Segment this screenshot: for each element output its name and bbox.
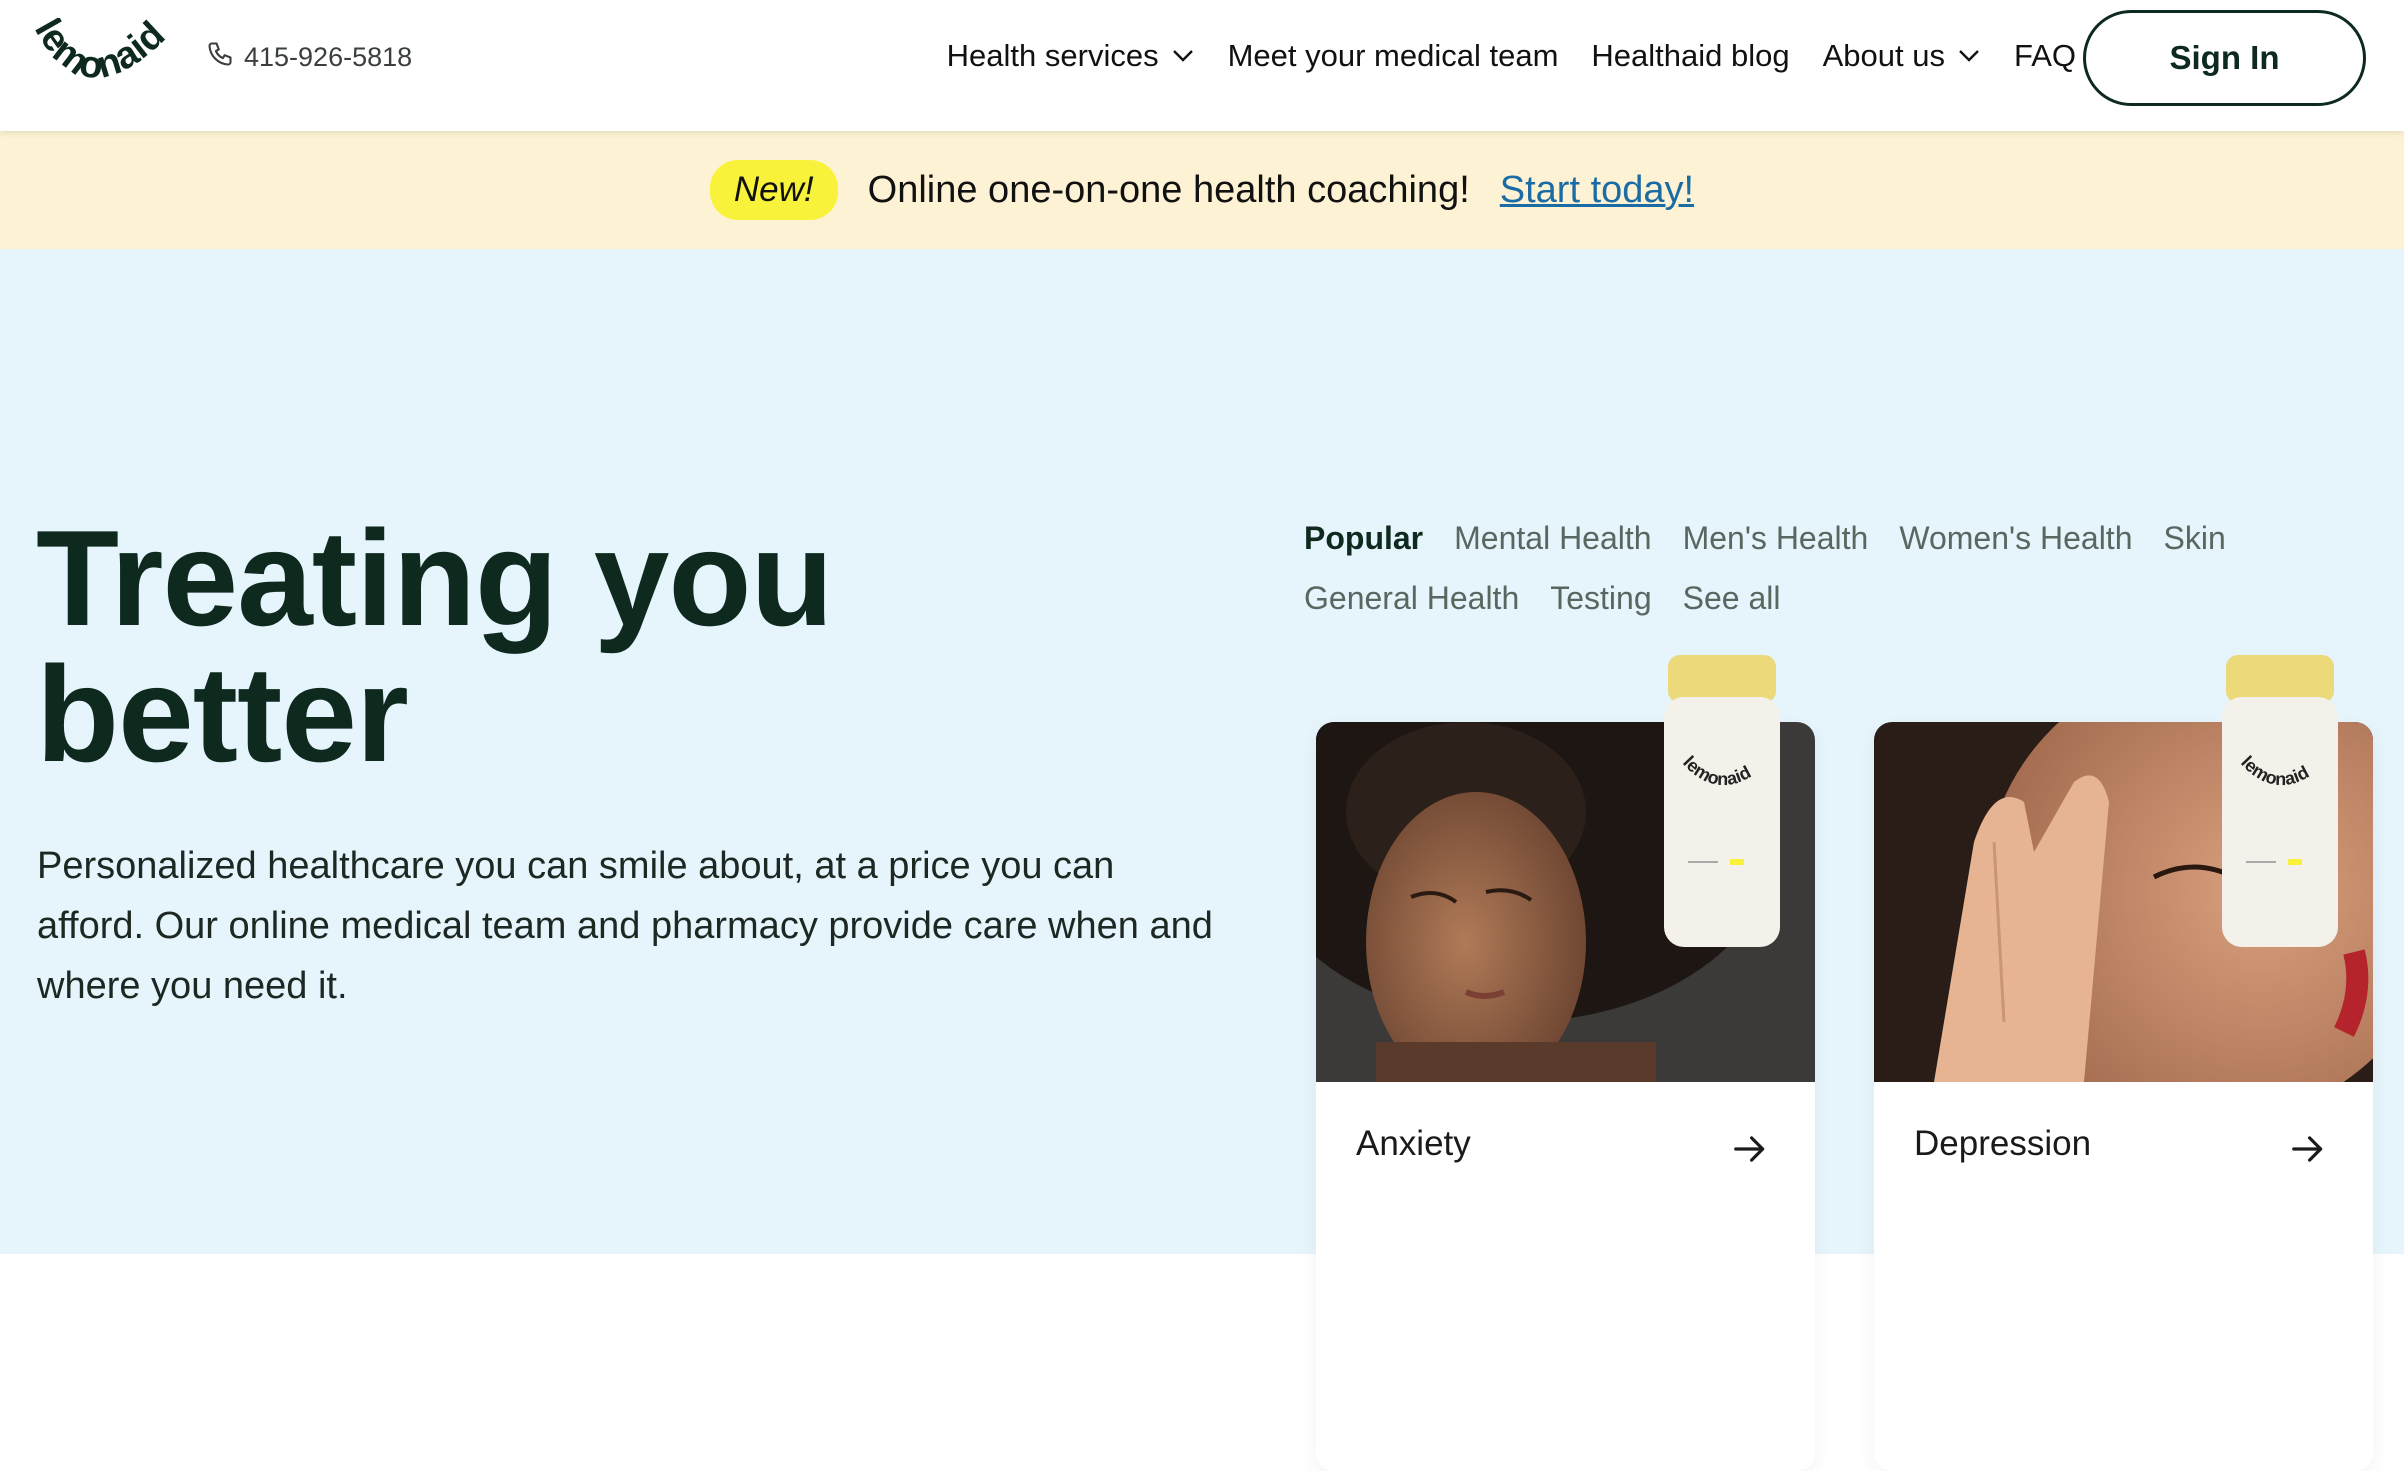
nav-label: Healthaid blog <box>1591 38 1790 73</box>
phone-number: 415-926-5818 <box>244 41 413 72</box>
arrow-right-icon <box>2292 1136 2323 1162</box>
nav-healthaid-blog[interactable]: Healthaid blog <box>1591 38 1789 74</box>
hero-title-line: better <box>36 638 409 790</box>
phone-icon <box>206 40 234 75</box>
sign-in-button[interactable]: Sign In <box>2083 10 2366 106</box>
svg-text:lemonaid: lemonaid <box>26 18 173 87</box>
main-nav: Health services Meet your medical team H… <box>947 34 2076 78</box>
lemonaid-bottle-image: lemonaid <box>1660 655 1784 950</box>
hero-title: Treating you better <box>36 510 1036 782</box>
hero-description: Personalized healthcare you can smile ab… <box>37 845 1213 1007</box>
arrow-right-icon <box>1734 1136 1765 1162</box>
tab-see-all[interactable]: See all <box>1683 574 1781 622</box>
category-tabs: Popular Mental Health Men's Health Women… <box>1304 514 2244 622</box>
lemonaid-logo[interactable]: lemonaid <box>26 12 186 98</box>
chevron-down-icon <box>1172 50 1193 62</box>
nav-label: Health services <box>946 38 1159 73</box>
banner-text: Online one-on-one health coaching! <box>867 168 1470 211</box>
hero-title-line: Treating you <box>36 502 834 654</box>
tab-general-health[interactable]: General Health <box>1304 574 1519 622</box>
start-today-link[interactable]: Start today! <box>1500 169 1694 212</box>
card-label: Anxiety <box>1356 1124 1471 1163</box>
nav-meet-medical-team[interactable]: Meet your medical team <box>1228 38 1559 74</box>
hero-section: Treating you better Personalized healthc… <box>0 249 2404 1471</box>
lemonaid-bottle-image: lemonaid <box>2218 655 2342 950</box>
nav-label: FAQ <box>2013 38 2076 73</box>
phone-contact[interactable]: 415-926-5818 <box>206 40 412 74</box>
nav-health-services[interactable]: Health services <box>947 38 1195 74</box>
nav-faq[interactable]: FAQ <box>2014 38 2076 74</box>
nav-about-us[interactable]: About us <box>1823 38 1981 74</box>
nav-label: About us <box>1822 38 1945 73</box>
tab-testing[interactable]: Testing <box>1550 574 1651 622</box>
announcement-banner: New! Online one-on-one health coaching! … <box>0 131 2404 249</box>
tab-mental-health[interactable]: Mental Health <box>1454 514 1651 562</box>
tab-womens-health[interactable]: Women's Health <box>1899 514 2132 562</box>
nav-label: Meet your medical team <box>1227 38 1559 73</box>
chevron-down-icon <box>1959 50 1979 62</box>
site-header: lemonaid 415-926-5818 Health services Me… <box>0 0 2404 131</box>
tab-skin[interactable]: Skin <box>2163 514 2225 562</box>
new-badge: New! <box>709 160 838 220</box>
tab-mens-health[interactable]: Men's Health <box>1683 514 1869 562</box>
tab-popular[interactable]: Popular <box>1304 514 1423 562</box>
card-label: Depression <box>1914 1124 2092 1163</box>
